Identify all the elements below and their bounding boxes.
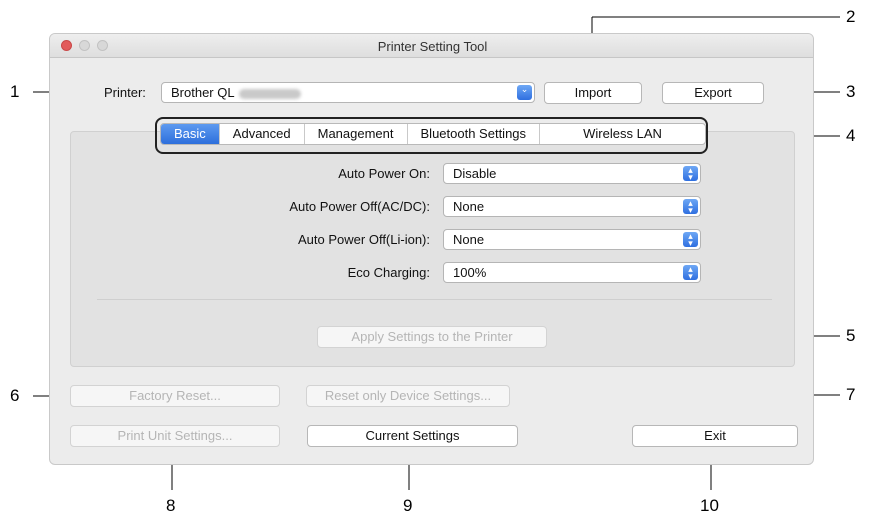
auto-power-off-liion-select[interactable]: None ▴ ▾ bbox=[443, 229, 701, 250]
callout-number-2: 2 bbox=[846, 7, 856, 26]
factory-reset-button[interactable]: Factory Reset... bbox=[70, 385, 280, 407]
auto-power-on-label: Auto Power On: bbox=[338, 166, 430, 181]
callout-number-10: 10 bbox=[700, 496, 719, 515]
eco-charging-select[interactable]: 100% ▴ ▾ bbox=[443, 262, 701, 283]
print-unit-settings-button[interactable]: Print Unit Settings... bbox=[70, 425, 280, 447]
printer-setting-window: Printer Setting Tool Printer: Brother QL… bbox=[49, 33, 814, 465]
callout-number-1: 1 bbox=[10, 82, 20, 101]
up-down-chevron-icon: ▴ ▾ bbox=[683, 232, 698, 248]
up-down-chevron-icon: ▴ ▾ bbox=[683, 265, 698, 281]
exit-button[interactable]: Exit bbox=[632, 425, 798, 447]
up-down-chevron-icon: ▴ ▾ bbox=[683, 166, 698, 182]
up-down-chevron-icon: ▴ ▾ bbox=[683, 199, 698, 215]
auto-power-on-value: Disable bbox=[453, 166, 497, 181]
apply-settings-button[interactable]: Apply Settings to the Printer bbox=[317, 326, 547, 348]
eco-charging-value: 100% bbox=[453, 265, 487, 280]
auto-power-off-liion-label: Auto Power Off(Li-ion): bbox=[298, 232, 430, 247]
printer-select-value: Brother QL bbox=[171, 85, 235, 100]
printer-label: Printer: bbox=[104, 85, 146, 100]
callout-number-7: 7 bbox=[846, 385, 856, 404]
callout-number-9: 9 bbox=[403, 496, 413, 515]
callout-number-3: 3 bbox=[846, 82, 856, 101]
callout-number-4: 4 bbox=[846, 126, 856, 145]
auto-power-off-acdc-value: None bbox=[453, 199, 485, 214]
import-button[interactable]: Import bbox=[544, 82, 642, 104]
callout-number-6: 6 bbox=[10, 386, 20, 405]
auto-power-off-liion-value: None bbox=[453, 232, 485, 247]
printer-select[interactable]: Brother QL ⌄ bbox=[161, 82, 535, 103]
auto-power-on-select[interactable]: Disable ▴ ▾ bbox=[443, 163, 701, 184]
panel-divider bbox=[97, 299, 772, 300]
window-title: Printer Setting Tool bbox=[377, 39, 488, 54]
callout-number-8: 8 bbox=[166, 496, 176, 515]
eco-charging-label: Eco Charging: bbox=[347, 265, 430, 280]
export-button[interactable]: Export bbox=[662, 82, 764, 104]
callout-number-5: 5 bbox=[846, 326, 856, 345]
reset-device-settings-button[interactable]: Reset only Device Settings... bbox=[306, 385, 510, 407]
obscured-model-number bbox=[238, 88, 301, 99]
title-bar[interactable]: Printer Setting Tool bbox=[50, 34, 813, 58]
auto-power-off-acdc-select[interactable]: None ▴ ▾ bbox=[443, 196, 701, 217]
chevron-down-icon: ⌄ bbox=[517, 85, 532, 100]
auto-power-off-acdc-label: Auto Power Off(AC/DC): bbox=[289, 199, 430, 214]
tabs-highlight-outline bbox=[155, 117, 708, 154]
current-settings-button[interactable]: Current Settings bbox=[307, 425, 518, 447]
